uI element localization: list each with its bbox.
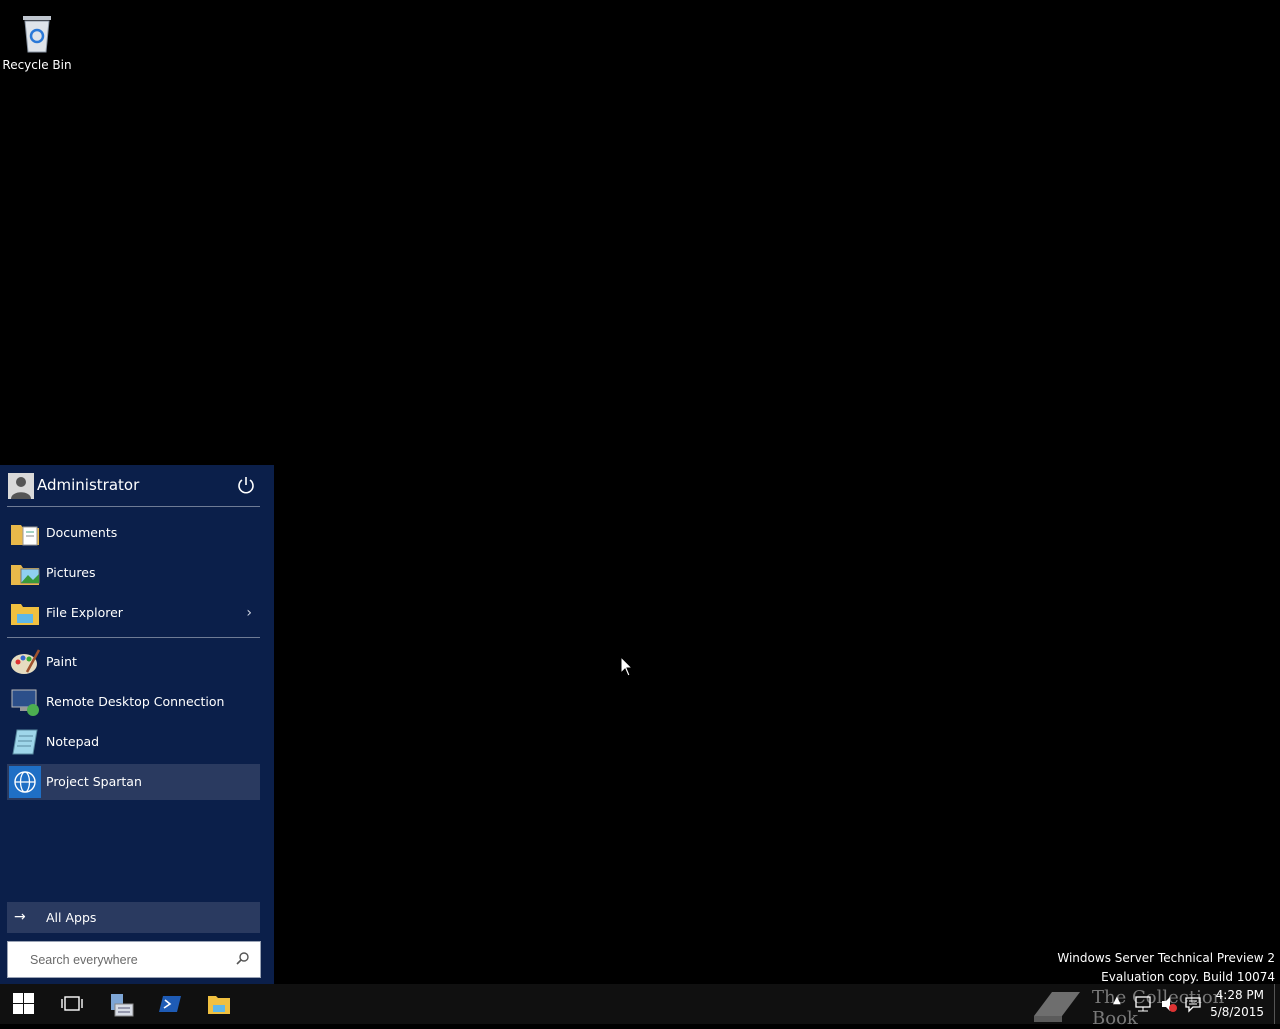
clock-time: 4:28 PM [1215,988,1264,1002]
show-desktop-button[interactable] [1274,984,1280,1024]
menu-item-notepad[interactable]: Notepad [7,724,260,760]
book-icon [1034,992,1080,1022]
power-icon[interactable] [236,475,256,495]
action-center-icon[interactable] [1184,995,1202,1013]
watermark: Windows Server Technical Preview 2 Evalu… [1057,949,1275,987]
file-explorer-button[interactable] [195,984,243,1024]
search-icon[interactable] [236,951,250,965]
menu-item-label: Pictures [46,565,96,580]
menu-item-paint[interactable]: Paint [7,644,260,680]
paint-icon [11,649,41,674]
watermark-line-1: Windows Server Technical Preview 2 [1057,951,1275,965]
search-input[interactable] [28,950,232,970]
desktop-icon-recycle-bin[interactable]: Recycle Bin [2,6,72,76]
task-view-icon [61,996,83,1011]
show-hidden-icons-icon[interactable]: ▲ [1113,995,1121,1006]
start-button[interactable] [0,984,48,1024]
menu-item-documents[interactable]: Documents [7,515,260,551]
menu-item-file-explorer[interactable]: File Explorer › [7,595,260,631]
system-tray: ▲ [1110,984,1210,1024]
menu-item-label: Remote Desktop Connection [46,694,225,709]
windows-logo-icon [13,993,34,1014]
remote-desktop-icon [11,689,39,716]
network-icon[interactable] [1134,995,1154,1013]
arrow-right-icon: → [14,909,26,925]
server-manager-icon [111,994,134,1017]
menu-item-remote-desktop[interactable]: Remote Desktop Connection [7,684,260,720]
divider [7,637,260,638]
user-row: Administrator [7,473,260,506]
taskbar: The Collection Book ▲ 4:28 PM 5/8/2015 [0,984,1280,1029]
start-menu: Administrator Documents Pictures File Ex… [0,465,274,984]
menu-item-label: Notepad [46,734,100,749]
user-name[interactable]: Administrator [37,476,139,494]
chevron-right-icon[interactable]: › [246,595,252,631]
desktop-icon-label: Recycle Bin [2,58,72,72]
divider [7,506,260,507]
all-apps-label: All Apps [46,910,97,925]
file-explorer-icon [208,996,230,1014]
user-avatar-icon[interactable] [8,473,34,499]
clock[interactable]: 4:28 PM 5/8/2015 [1210,987,1264,1021]
menu-item-pictures[interactable]: Pictures [7,555,260,591]
all-apps-button[interactable]: → All Apps [7,902,260,933]
documents-folder-icon [11,525,39,546]
menu-item-label: Documents [46,525,118,540]
search-box[interactable] [7,941,261,978]
globe-icon [9,766,41,798]
powershell-button[interactable] [146,984,194,1024]
file-explorer-icon [11,604,39,625]
mouse-cursor-icon [620,656,634,677]
notepad-icon [12,729,38,755]
clock-date: 5/8/2015 [1210,1005,1264,1019]
server-manager-button[interactable] [97,984,145,1024]
volume-muted-icon[interactable] [1160,995,1178,1013]
pictures-folder-icon [11,565,40,585]
task-view-button[interactable] [48,984,96,1024]
menu-item-label: Paint [46,654,77,669]
menu-item-label: Project Spartan [46,774,142,789]
menu-item-project-spartan[interactable]: Project Spartan [7,764,260,800]
powershell-icon [159,996,181,1012]
recycle-bin-icon [23,16,51,53]
menu-item-label: File Explorer [46,605,123,620]
